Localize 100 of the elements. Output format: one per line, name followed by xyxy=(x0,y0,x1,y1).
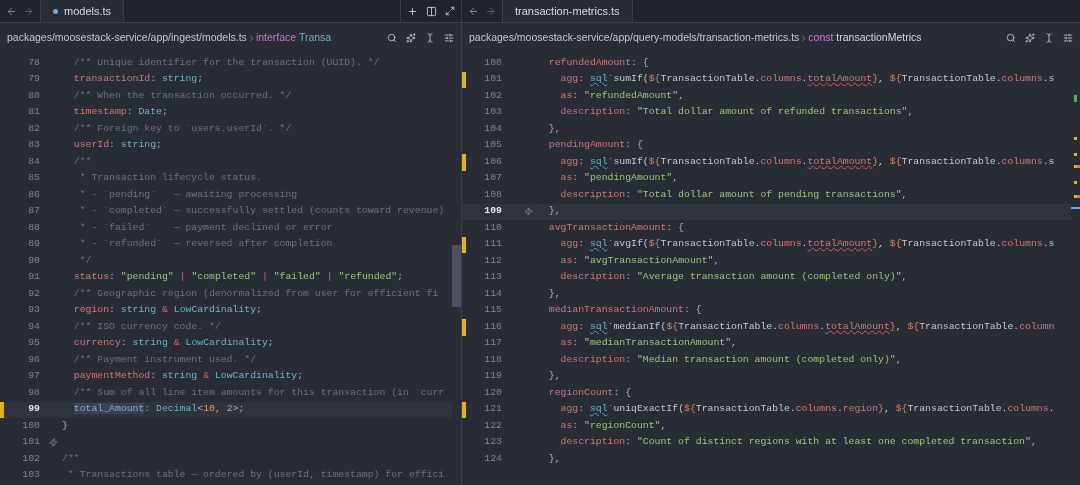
sliders-icon[interactable] xyxy=(1063,33,1073,43)
code-line: }, xyxy=(547,121,561,136)
sliders-icon[interactable] xyxy=(444,33,454,43)
code-line: currency: string & LowCardinality; xyxy=(72,336,274,351)
expand-icon[interactable] xyxy=(445,6,455,16)
code-line: description: "Median transaction amount (completed only)", xyxy=(559,352,902,367)
lightning-icon[interactable] xyxy=(49,438,58,448)
code-line: }, xyxy=(547,204,561,219)
line-number: 107 xyxy=(483,171,502,186)
line-number: 118 xyxy=(483,352,502,367)
line-number: 98 xyxy=(27,385,40,400)
line-number: 96 xyxy=(27,352,40,367)
line-number: 82 xyxy=(27,121,40,136)
line-number: 103 xyxy=(483,105,502,120)
text-cursor-icon[interactable] xyxy=(425,33,435,43)
text-cursor-icon[interactable] xyxy=(1044,33,1054,43)
line-number: 91 xyxy=(27,270,40,285)
code-line: * - `failed` — payment declined or error xyxy=(78,220,333,235)
line-number: 78 xyxy=(27,55,40,70)
breadcrumb-symbol[interactable]: interface Transa xyxy=(255,30,332,46)
code-line: * - `pending` — awaiting processing xyxy=(78,187,298,202)
back-icon[interactable] xyxy=(6,5,17,17)
line-number: 100 xyxy=(21,418,40,433)
code-line: as: "pendingAmount", xyxy=(559,171,679,186)
code-line: regionCount: { xyxy=(547,385,632,400)
sparkle-icon[interactable] xyxy=(1025,33,1035,43)
code-line: paymentMethod: string & LowCardinality; xyxy=(72,369,304,384)
code-line: medianTransactionAmount: { xyxy=(547,303,702,318)
code-line: total_Amount: Decimal<10, 2>; xyxy=(72,402,245,417)
code-line: description: "Total dollar amount of pending transactions", xyxy=(559,187,908,202)
line-number: 92 xyxy=(27,286,40,301)
code-line: status: "pending" | "completed" | "failed" | "refunded"; xyxy=(72,270,404,285)
code-line: agg: sql`sumIf(${TransactionTable.columns.totalAmount}, ${TransactionTable.columns.s xyxy=(559,72,1055,87)
line-number: 87 xyxy=(27,204,40,219)
editor-tab[interactable]: transaction-metrics.ts xyxy=(502,0,633,22)
line-number: 90 xyxy=(27,253,40,268)
line-number: 114 xyxy=(483,286,502,301)
breadcrumb-symbol[interactable]: const transactionMetrics xyxy=(808,30,922,46)
line-number: 121 xyxy=(483,402,502,417)
line-number: 105 xyxy=(483,138,502,153)
code-line: /** Payment instrument used. */ xyxy=(72,352,257,367)
line-number: 117 xyxy=(483,336,502,351)
line-number: 113 xyxy=(483,270,502,285)
line-number: 89 xyxy=(27,237,40,252)
code-line: /** xyxy=(62,451,80,466)
line-number: 111 xyxy=(483,237,502,252)
line-number: 109 xyxy=(483,204,502,219)
code-line: /** Foreign key to `users.userId`. */ xyxy=(72,121,292,136)
back-icon[interactable] xyxy=(468,5,479,17)
line-number: 122 xyxy=(483,418,502,433)
code-line: * Transactions table — ordered by (userId, timestamp) for effici xyxy=(66,468,445,483)
lightning-icon[interactable] xyxy=(524,207,533,217)
line-number: 97 xyxy=(27,369,40,384)
code-line: transactionId: string; xyxy=(72,72,204,87)
line-number: 110 xyxy=(483,220,502,235)
code-line: /** Geographic region (denormalized from user for efficient fi xyxy=(72,286,439,301)
breadcrumb-path[interactable]: packages/moosestack-service/app/query-models/transaction-metrics.ts xyxy=(469,30,800,46)
line-number: 108 xyxy=(483,187,502,202)
line-number: 86 xyxy=(27,187,40,202)
code-line: /** xyxy=(72,154,92,169)
code-line: as: "regionCount", xyxy=(559,418,667,433)
code-line: timestamp: Date; xyxy=(72,105,168,120)
code-line: /** ISO currency code. */ xyxy=(72,319,221,334)
code-line: }, xyxy=(547,369,561,384)
code-line: }, xyxy=(547,451,561,466)
split-icon[interactable] xyxy=(426,5,437,17)
code-line: */ xyxy=(78,253,92,268)
search-icon[interactable] xyxy=(1006,33,1016,43)
editor-tab[interactable]: models.ts xyxy=(40,0,125,22)
search-icon[interactable] xyxy=(387,33,397,43)
code-line: avgTransactionAmount: { xyxy=(547,220,684,235)
code-line: agg: sql`medianIf(${TransactionTable.columns.totalAmount}, ${TransactionTable.column xyxy=(559,319,1055,334)
code-line: description: "Average transaction amount (completed only)", xyxy=(559,270,908,285)
code-line: agg: sql`uniqExactIf(${TransactionTable.columns.region}, ${TransactionTable.columns. xyxy=(559,402,1055,417)
line-number: 99 xyxy=(27,402,40,417)
code-line: userId: string; xyxy=(72,138,162,153)
line-number: 104 xyxy=(483,121,502,136)
line-number: 119 xyxy=(483,369,502,384)
code-line: refundedAmount: { xyxy=(547,55,649,70)
code-line: description: "Total dollar amount of refunded transactions", xyxy=(559,105,914,120)
scrollbar-thumb[interactable] xyxy=(452,245,461,307)
sparkle-icon[interactable] xyxy=(406,33,416,43)
breadcrumb-path[interactable]: packages/moosestack-service/app/ingest/models.ts xyxy=(7,30,247,46)
line-number: 94 xyxy=(27,319,40,334)
code-line: }, xyxy=(547,286,561,301)
line-number: 80 xyxy=(27,88,40,103)
line-number: 101 xyxy=(483,72,502,87)
code-line: region: string & LowCardinality; xyxy=(72,303,262,318)
line-number: 102 xyxy=(483,88,502,103)
code-line: * Transaction lifecycle status. xyxy=(78,171,262,186)
line-number: 95 xyxy=(27,336,40,351)
line-number: 83 xyxy=(27,138,40,153)
code-line: description: "Count of distinct regions with at least one completed transaction", xyxy=(559,435,1037,450)
code-line: /** When the transaction occurred. */ xyxy=(72,88,292,103)
add-icon[interactable] xyxy=(407,5,418,17)
code-line: pendingAmount: { xyxy=(547,138,643,153)
line-number: 100 xyxy=(483,55,502,70)
code-line: as: "refundedAmount", xyxy=(559,88,685,103)
code-line: /** Unique identifier for the transaction (UUID). */ xyxy=(72,55,380,70)
line-number: 116 xyxy=(483,319,502,334)
